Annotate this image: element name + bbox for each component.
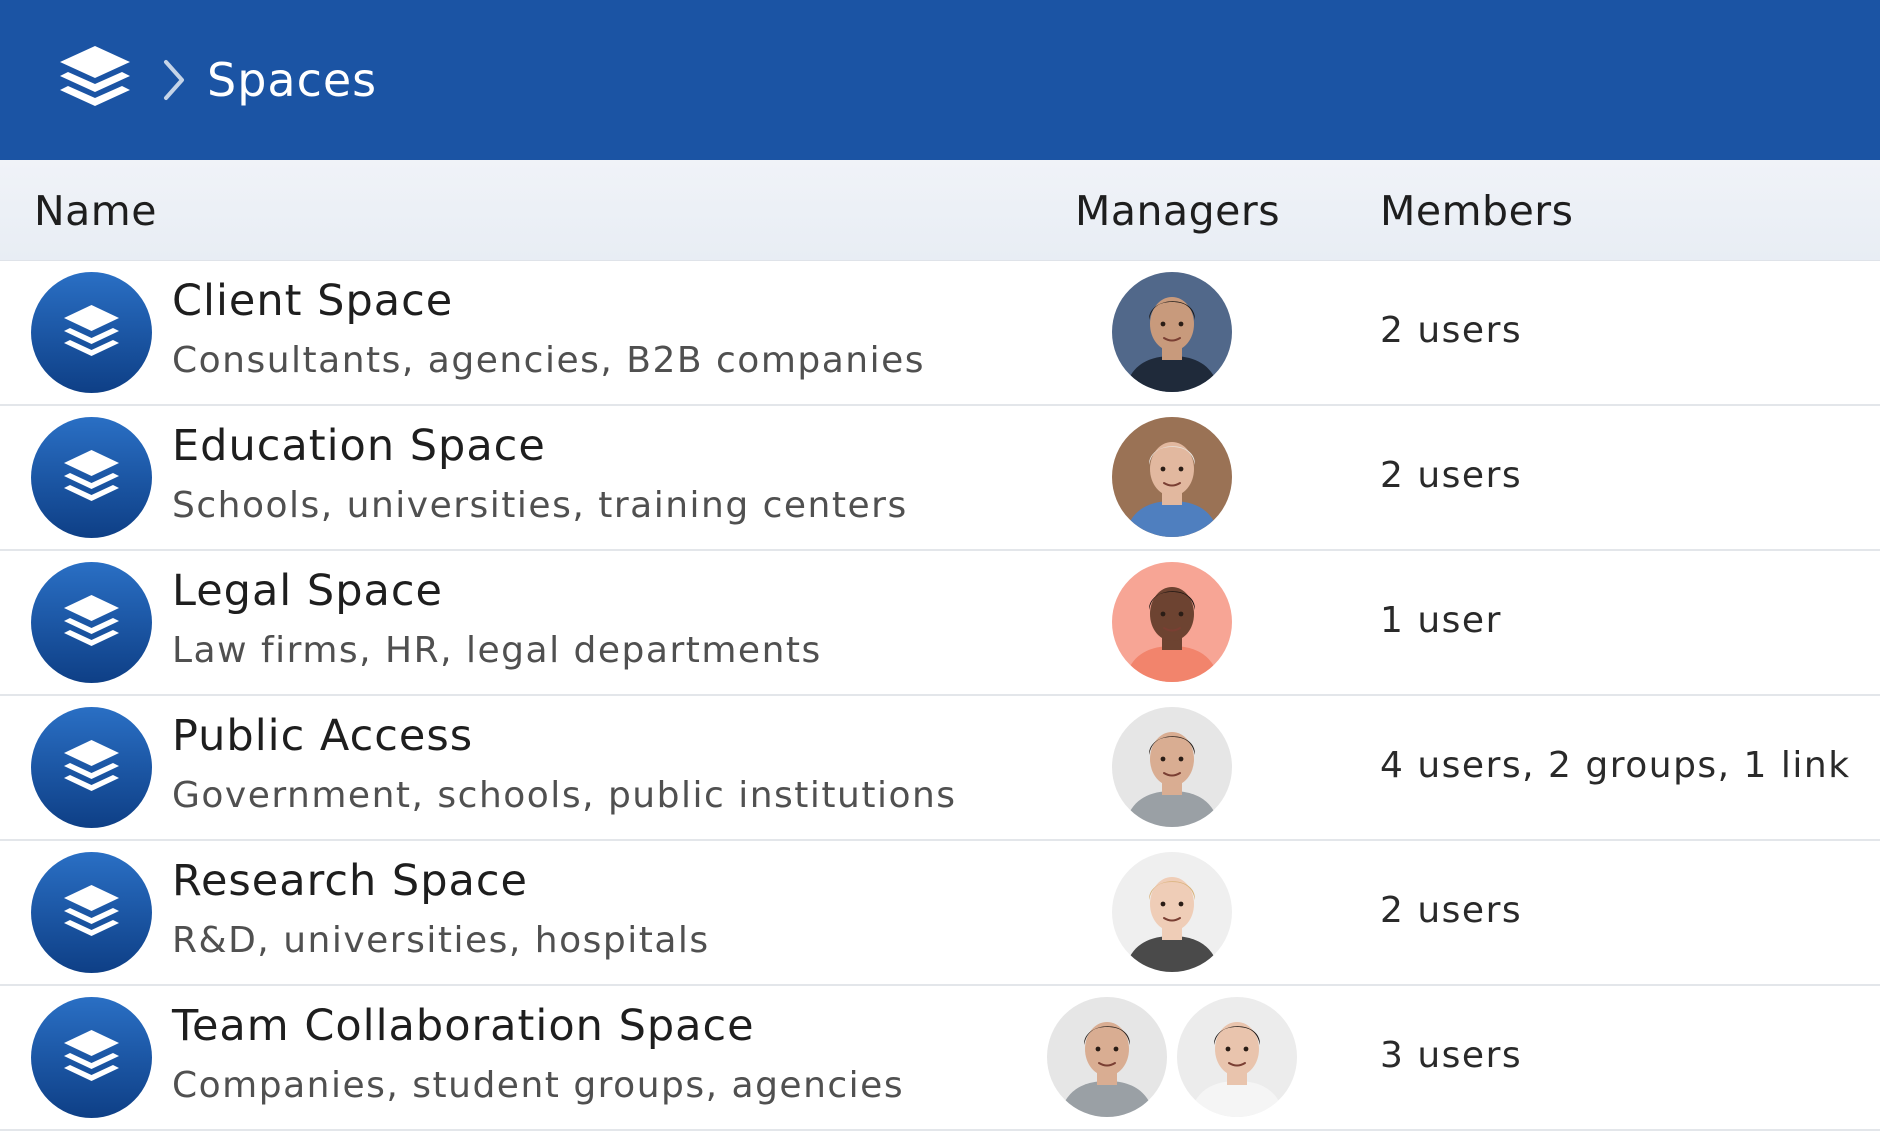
space-title: Legal Space	[172, 566, 443, 616]
space-title: Team Collaboration Space	[172, 1001, 755, 1051]
members-count: 1 user	[1380, 600, 1502, 641]
space-description: R&D, universities, hospitals	[172, 920, 710, 961]
top-bar: Spaces	[0, 0, 1880, 160]
layers-logo-icon[interactable]	[54, 42, 136, 118]
avatar[interactable]	[1047, 997, 1167, 1117]
space-description: Government, schools, public institutions	[172, 775, 957, 816]
space-title: Research Space	[172, 856, 528, 906]
space-layers-icon	[31, 417, 152, 538]
space-title: Public Access	[172, 711, 474, 761]
managers-avatars	[1112, 562, 1232, 683]
table-row[interactable]: Public Access Government, schools, publi…	[0, 696, 1880, 841]
space-title: Client Space	[172, 276, 454, 326]
column-header: Name Managers Members	[0, 160, 1880, 261]
space-description: Companies, student groups, agencies	[172, 1065, 905, 1106]
breadcrumb-current[interactable]: Spaces	[207, 50, 377, 110]
members-count: 2 users	[1380, 310, 1523, 351]
table-row[interactable]: Education Space Schools, universities, t…	[0, 406, 1880, 551]
managers-avatars	[1112, 707, 1232, 828]
space-description: Schools, universities, training centers	[172, 485, 908, 526]
avatar[interactable]	[1112, 707, 1232, 827]
space-description: Law firms, HR, legal departments	[172, 630, 822, 671]
avatar[interactable]	[1112, 852, 1232, 972]
column-members[interactable]: Members	[1380, 188, 1574, 234]
members-count: 4 users, 2 groups, 1 link	[1380, 745, 1851, 786]
chevron-right-icon	[164, 60, 184, 100]
table-row[interactable]: Research Space R&D, universities, hospit…	[0, 841, 1880, 986]
table-row[interactable]: Client Space Consultants, agencies, B2B …	[0, 261, 1880, 406]
managers-avatars	[1112, 272, 1232, 393]
table-row[interactable]: Team Collaboration Space Companies, stud…	[0, 986, 1880, 1131]
avatar[interactable]	[1112, 417, 1232, 537]
avatar[interactable]	[1112, 272, 1232, 392]
members-count: 2 users	[1380, 455, 1523, 496]
members-count: 2 users	[1380, 890, 1523, 931]
space-layers-icon	[31, 852, 152, 973]
column-managers[interactable]: Managers	[1075, 188, 1280, 234]
space-layers-icon	[31, 997, 152, 1118]
avatar[interactable]	[1112, 562, 1232, 682]
managers-avatars	[1112, 417, 1232, 538]
space-title: Education Space	[172, 421, 546, 471]
managers-avatars	[1112, 852, 1232, 973]
space-layers-icon	[31, 562, 152, 683]
members-count: 3 users	[1380, 1035, 1523, 1076]
table-row[interactable]: Legal Space Law firms, HR, legal departm…	[0, 551, 1880, 696]
spaces-list: Client Space Consultants, agencies, B2B …	[0, 261, 1880, 1131]
space-description: Consultants, agencies, B2B companies	[172, 340, 926, 381]
avatar[interactable]	[1177, 997, 1297, 1117]
space-layers-icon	[31, 272, 152, 393]
managers-avatars	[1047, 997, 1297, 1118]
space-layers-icon	[31, 707, 152, 828]
column-name[interactable]: Name	[34, 188, 157, 234]
